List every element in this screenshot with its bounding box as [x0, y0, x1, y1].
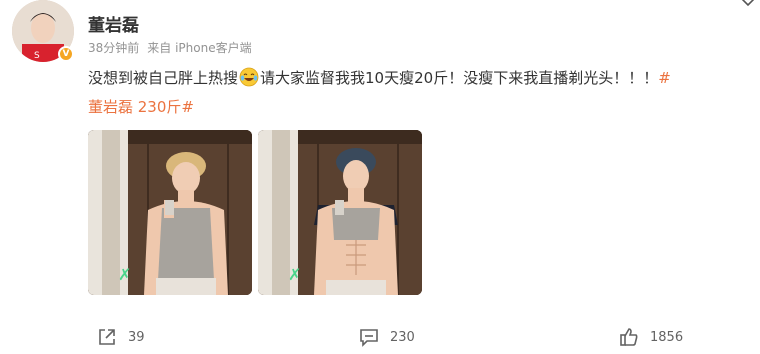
share-button[interactable]: 39	[96, 325, 145, 349]
thumbs-up-icon	[620, 328, 638, 346]
post-text: 没想到被自己胖上热搜 请大家监督我我10天瘦20斤！没瘦下来我直播剃光头！！！#	[88, 64, 760, 92]
svg-text:✗: ✗	[288, 265, 301, 284]
share-icon	[99, 329, 115, 345]
chevron-down-icon[interactable]	[740, 0, 756, 10]
like-count: 1856	[650, 329, 684, 345]
post-text-part2: 请大家监督我我10天瘦20斤！没瘦下来我直播剃光头！！！	[260, 69, 659, 87]
post-image-2[interactable]: ✗	[258, 130, 422, 295]
comment-icon	[360, 329, 378, 347]
author-name[interactable]: 董岩磊	[88, 11, 139, 36]
post-meta: 38分钟前 来自 iPhone客户端	[88, 39, 252, 56]
comment-count: 230	[390, 329, 415, 345]
laugh-cry-emoji-icon	[239, 67, 259, 87]
post-time[interactable]: 38分钟前	[88, 41, 139, 55]
share-count: 39	[128, 329, 145, 345]
like-button[interactable]: 1856	[618, 325, 683, 349]
post-source: 来自 iPhone客户端	[147, 41, 252, 55]
hashtag-link[interactable]: 董岩磊 230斤#	[88, 93, 194, 121]
post-image-1[interactable]: ✗	[88, 130, 252, 295]
verified-badge-icon: V	[58, 46, 74, 62]
hashtag-link-start[interactable]: #	[658, 69, 671, 87]
comment-button[interactable]: 230	[358, 325, 415, 349]
post-text-part1: 没想到被自己胖上热搜	[88, 69, 239, 87]
svg-text:S: S	[34, 51, 40, 61]
svg-text:✗: ✗	[118, 265, 131, 284]
